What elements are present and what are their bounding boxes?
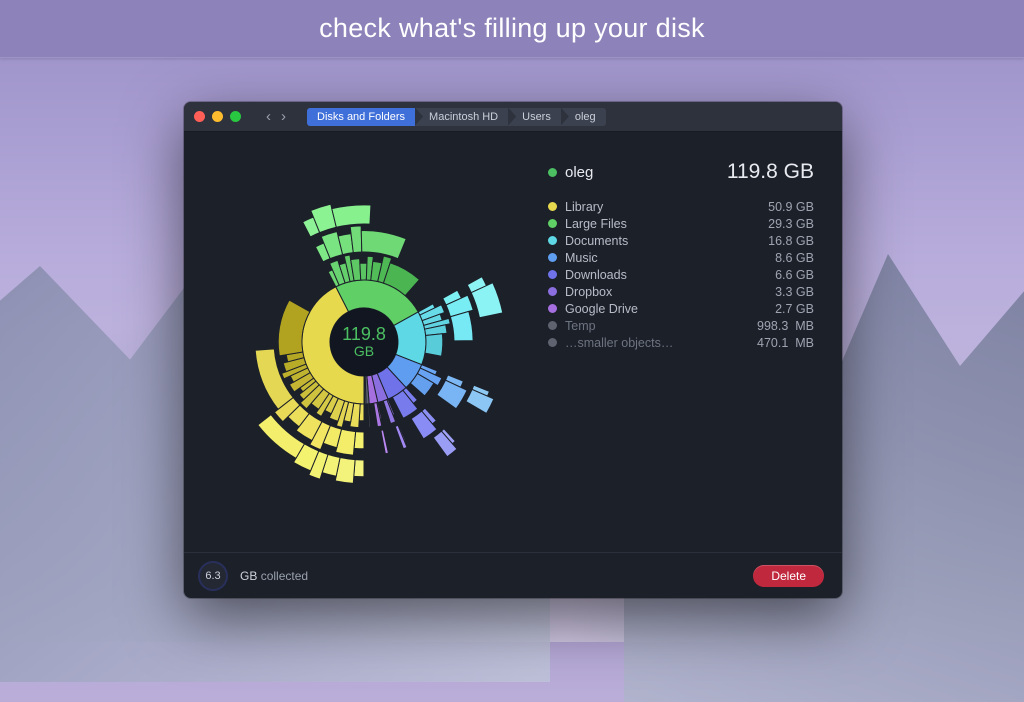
promo-tagline: check what's filling up your disk xyxy=(319,13,705,44)
traffic-lights xyxy=(194,111,241,122)
legend-label: …smaller objects… xyxy=(565,336,673,350)
nav-arrows: ‹ › xyxy=(261,108,291,125)
sunburst-svg xyxy=(199,177,529,507)
collected-value: 6.3 xyxy=(205,570,220,582)
legend-dot xyxy=(548,219,557,228)
delete-button[interactable]: Delete xyxy=(753,565,824,587)
legend-label: Large Files xyxy=(565,217,627,231)
legend-head-name: oleg xyxy=(565,164,593,181)
crumb-1[interactable]: Macintosh HD xyxy=(415,108,508,126)
legend-size: 998.3 MB xyxy=(757,319,814,333)
legend-row[interactable]: Dropbox 3.3 GB xyxy=(548,283,814,300)
legend-dot xyxy=(548,321,557,330)
legend-head-dot xyxy=(548,168,557,177)
legend-row[interactable]: Large Files 29.3 GB xyxy=(548,215,814,232)
legend-size: 50.9 GB xyxy=(768,200,814,214)
legend-row[interactable]: Downloads 6.6 GB xyxy=(548,266,814,283)
crumb-2[interactable]: Users xyxy=(508,108,561,126)
legend-header: oleg 119.8 GB xyxy=(548,160,814,184)
legend-label: Dropbox xyxy=(565,285,612,299)
legend-head-size: 119.8 GB xyxy=(727,160,814,184)
legend-row[interactable]: Google Drive 2.7 GB xyxy=(548,300,814,317)
legend-dot xyxy=(548,202,557,211)
legend: oleg 119.8 GB Library 50.9 GB Large Files 2… xyxy=(544,132,842,552)
legend-row[interactable]: Temp 998.3 MB xyxy=(548,317,814,334)
crumb-3[interactable]: oleg xyxy=(561,108,606,126)
legend-size: 8.6 GB xyxy=(775,251,814,265)
back-button[interactable]: ‹ xyxy=(261,108,276,125)
legend-size: 3.3 GB xyxy=(775,285,814,299)
legend-row[interactable]: Library 50.9 GB xyxy=(548,198,814,215)
legend-dot xyxy=(548,253,557,262)
collected-text: GB collected xyxy=(240,569,308,583)
legend-label: Downloads xyxy=(565,268,627,282)
legend-size: 2.7 GB xyxy=(775,302,814,316)
legend-size: 29.3 GB xyxy=(768,217,814,231)
close-icon[interactable] xyxy=(194,111,205,122)
legend-label: Temp xyxy=(565,319,596,333)
sunburst-chart[interactable]: 119.8 GB xyxy=(184,132,544,552)
titlebar: ‹ › Disks and Folders Macintosh HD Users… xyxy=(184,102,842,132)
legend-row[interactable]: Music 8.6 GB xyxy=(548,249,814,266)
forward-button[interactable]: › xyxy=(276,108,291,125)
legend-label: Documents xyxy=(565,234,628,248)
legend-row[interactable]: …smaller objects… 470.1 MB xyxy=(548,334,814,351)
legend-size: 16.8 GB xyxy=(768,234,814,248)
legend-label: Music xyxy=(565,251,598,265)
legend-dot xyxy=(548,270,557,279)
legend-dot xyxy=(548,338,557,347)
crumb-root[interactable]: Disks and Folders xyxy=(307,108,415,126)
legend-size: 470.1 MB xyxy=(757,336,814,350)
legend-label: Library xyxy=(565,200,603,214)
promo-banner: check what's filling up your disk xyxy=(0,0,1024,58)
collected-badge[interactable]: 6.3 xyxy=(198,561,228,591)
footer: 6.3 GB collected Delete xyxy=(184,552,842,598)
breadcrumb: Disks and Folders Macintosh HD Users ole… xyxy=(307,108,606,126)
legend-dot xyxy=(548,236,557,245)
legend-dot xyxy=(548,304,557,313)
app-window: ‹ › Disks and Folders Macintosh HD Users… xyxy=(184,102,842,598)
legend-size: 6.6 GB xyxy=(775,268,814,282)
legend-dot xyxy=(548,287,557,296)
zoom-icon[interactable] xyxy=(230,111,241,122)
legend-label: Google Drive xyxy=(565,302,638,316)
legend-row[interactable]: Documents 16.8 GB xyxy=(548,232,814,249)
minimize-icon[interactable] xyxy=(212,111,223,122)
